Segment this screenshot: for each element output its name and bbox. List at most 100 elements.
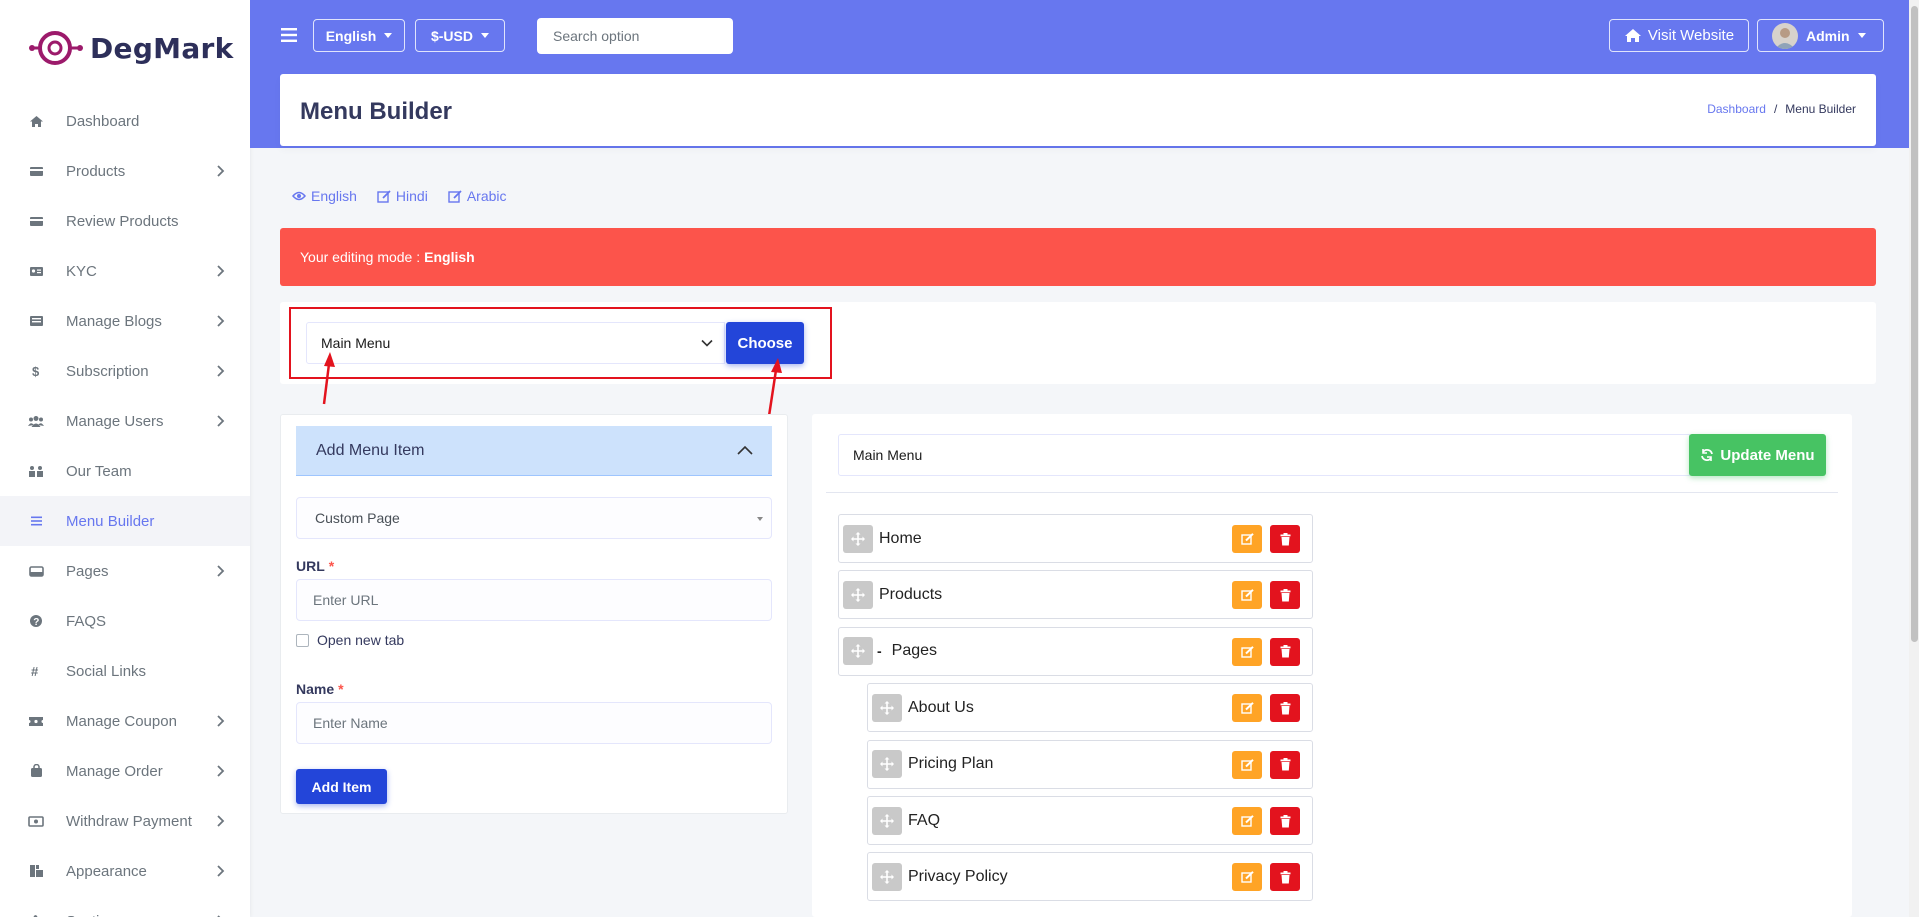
sidebar-item-subscription[interactable]: $ Subscription [0,346,250,396]
edit-button[interactable] [1232,581,1262,610]
name-label-text: Name [296,681,335,697]
sidebar-item-label: Manage Users [66,412,164,430]
delete-button[interactable] [1270,750,1300,779]
delete-button[interactable] [1270,637,1300,666]
admin-label: Admin [1806,27,1850,44]
open-new-tab-row: Open new tab [296,632,404,648]
url-input[interactable] [296,579,772,621]
delete-button[interactable] [1270,525,1300,553]
collapse-toggle[interactable]: - [877,643,882,659]
newspaper-icon [28,313,44,329]
menu-item-actions [1232,637,1300,666]
edit-icon [1240,645,1254,658]
menu-item-label: About Us [908,698,974,716]
sidebar-item-sections[interactable]: Sections [0,896,250,917]
delete-button[interactable] [1270,863,1300,892]
menu-item-row[interactable]: Privacy Policy [867,852,1313,902]
brand[interactable]: DegMark [0,0,250,96]
lang-link-english[interactable]: English [292,188,357,204]
edit-button[interactable] [1232,637,1262,666]
visit-website-button[interactable]: Visit Website [1609,19,1749,52]
page-scrollbar[interactable] [1909,0,1919,917]
chevron-right-icon [212,563,228,579]
item-type-select[interactable]: Custom Page [296,497,772,539]
sidebar-item-our-team[interactable]: Our Team [0,446,250,496]
sidebar-item-kyc[interactable]: KYC [0,246,250,296]
add-menu-item-accordion[interactable]: Add Menu Item [296,426,772,476]
alert-mode: English [424,249,475,265]
menu-name-input[interactable]: Main Menu [838,434,1690,476]
sidebar-item-manage-order[interactable]: Manage Order [0,746,250,796]
sidebar-item-social-links[interactable]: # Social Links [0,646,250,696]
update-menu-button[interactable]: Update Menu [1689,434,1826,476]
chevron-right-icon [212,163,228,179]
scrollbar-thumb[interactable] [1911,6,1918,642]
trash-icon [1280,814,1291,828]
delete-button[interactable] [1270,807,1300,835]
home-icon [1624,28,1642,43]
breadcrumb-current: Menu Builder [1785,102,1856,116]
menu-item-row[interactable]: Pricing Plan [867,739,1313,789]
chevron-right-icon [212,263,228,279]
sidebar-item-appearance[interactable]: Appearance [0,846,250,896]
sidebar-item-manage-users[interactable]: Manage Users [0,396,250,446]
edit-button[interactable] [1232,863,1262,892]
delete-button[interactable] [1270,694,1300,723]
lang-arabic-label: Arabic [466,188,507,204]
lang-link-arabic[interactable]: Arabic [448,188,507,204]
chevron-right-icon [212,363,228,379]
sidebar-item-manage-blogs[interactable]: Manage Blogs [0,296,250,346]
name-input[interactable] [296,702,772,744]
required-mark: * [338,681,344,697]
sidebar-item-menu-builder[interactable]: Menu Builder [0,496,250,546]
move-icon[interactable] [843,637,873,666]
admin-dropdown[interactable]: Admin [1757,19,1884,52]
currency-dropdown[interactable]: $-USD [415,19,505,52]
url-label-text: URL [296,558,325,574]
menu-item-row[interactable]: Home [838,514,1313,563]
delete-button[interactable] [1270,581,1300,610]
edit-button[interactable] [1232,807,1262,835]
sidebar-item-products[interactable]: Products [0,146,250,196]
edit-icon [1240,815,1254,827]
required-mark: * [328,558,335,574]
accordion-title: Add Menu Item [316,441,425,459]
open-new-tab-checkbox[interactable] [296,633,309,647]
move-icon[interactable] [872,862,902,891]
chevron-right-icon [212,763,228,779]
edit-button[interactable] [1232,750,1262,779]
edit-icon [377,189,391,203]
brand-name: DegMark [90,31,234,65]
trash-icon [1280,758,1291,771]
hamburger-icon[interactable] [280,26,298,44]
menu-item-row[interactable]: About Us [867,683,1313,733]
sidebar-item-review-products[interactable]: Review Products [0,196,250,246]
move-icon[interactable] [872,750,902,779]
sidebar-item-withdraw-payment[interactable]: Withdraw Payment [0,796,250,846]
sidebar-item-dashboard[interactable]: Dashboard [0,96,250,146]
menu-item-row[interactable]: Products [838,570,1313,620]
search-input[interactable] [537,18,733,54]
page-title: Menu Builder [300,98,453,125]
move-icon[interactable] [872,693,902,722]
move-icon[interactable] [872,806,902,835]
lang-link-hindi[interactable]: Hindi [377,188,428,204]
edit-button[interactable] [1232,694,1262,723]
sidebar-item-label: FAQS [66,612,107,630]
menu-item-row[interactable]: - Pages [838,626,1313,676]
chevron-right-icon [212,813,228,829]
breadcrumb-dashboard-link[interactable]: Dashboard [1707,102,1766,116]
edit-button[interactable] [1232,525,1262,553]
add-item-button[interactable]: Add Item [296,769,387,804]
move-icon[interactable] [843,524,873,553]
menu-item-actions [1232,525,1300,553]
open-new-tab-label[interactable]: Open new tab [317,632,404,648]
move-icon[interactable] [843,580,873,609]
sidebar-item-faqs[interactable]: ? FAQS [0,596,250,646]
sidebar-item-manage-coupon[interactable]: Manage Coupon [0,696,250,746]
menu-item-row[interactable]: FAQ [867,796,1313,845]
sidebar-item-pages[interactable]: Pages [0,546,250,596]
menu-item-label: Pricing Plan [908,755,994,773]
language-dropdown[interactable]: English [313,19,405,52]
editing-mode-alert: Your editing mode : English [280,228,1876,286]
